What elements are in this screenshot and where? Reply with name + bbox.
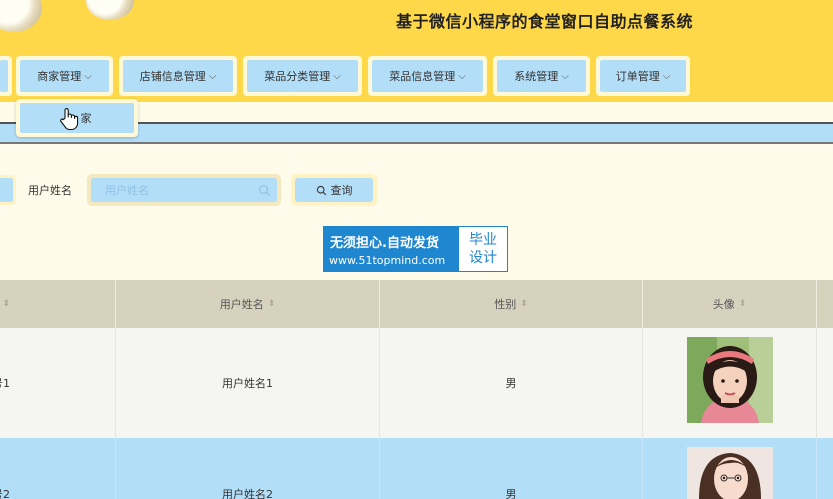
table-row-selected[interactable]: 号2 用户姓名2 男 [0, 438, 833, 499]
nav-label: 店铺信息管理 [139, 70, 206, 83]
search-label: 用户姓名 [28, 184, 72, 197]
search-icon [259, 185, 271, 197]
nav-label: 菜品分类管理 [264, 70, 331, 83]
table-header: ⬍ 用户姓名 ⬍ 性别 ⬍ 头像 ⬍ [0, 280, 833, 328]
watermark-tag-2: 设计 [469, 250, 497, 266]
sort-icon[interactable]: ⬍ [739, 299, 747, 309]
nav-item-merchant[interactable]: 商家管理 ⌵ [16, 56, 113, 96]
cell-gender: 男 [380, 438, 643, 499]
chevron-down-icon: ⌵ [561, 70, 569, 82]
table-row[interactable]: 号1 用户姓名1 男 [0, 328, 833, 438]
query-button[interactable]: 查询 [291, 174, 377, 206]
column-header-avatar[interactable]: 头像 ⬍ [643, 280, 817, 328]
nav-item-dish-category[interactable]: 菜品分类管理 ⌵ [243, 56, 362, 96]
nav-item-system[interactable]: 系统管理 ⌵ [493, 56, 590, 96]
chevron-down-icon: ⌵ [333, 70, 341, 82]
sort-icon[interactable]: ⬍ [2, 299, 10, 309]
sort-icon[interactable]: ⬍ [268, 299, 276, 309]
cell-gender: 男 [380, 328, 643, 438]
column-header-username[interactable]: 用户姓名 ⬍ [116, 280, 380, 328]
username-search-input[interactable] [91, 178, 277, 202]
avatar-image[interactable] [687, 337, 773, 423]
search-button-partial[interactable] [0, 175, 16, 205]
sort-icon[interactable]: ⬍ [520, 299, 528, 309]
cell-account: 号1 [0, 328, 116, 438]
search-icon [316, 185, 326, 195]
nav-item-orders[interactable]: 订单管理 ⌵ [596, 56, 690, 96]
system-title: 基于微信小程序的食堂窗口自助点餐系统 [396, 12, 694, 31]
watermark-banner: 无须担心.自动发货 www.51topmind.com 毕业 设计 [323, 226, 508, 272]
nav-item-partial[interactable] [0, 56, 12, 96]
cell-username: 用户姓名2 [116, 438, 380, 499]
watermark-tag-1: 毕业 [469, 232, 497, 248]
chevron-down-icon: ⌵ [84, 70, 92, 82]
avatar-image[interactable] [687, 447, 773, 499]
user-table: ⬍ 用户姓名⬍ 性别⬍ 头像⬍ 号1 用户姓名1 男 [0, 280, 833, 499]
column-header-gender[interactable]: 性别 ⬍ [380, 280, 643, 328]
search-field-wrapper [87, 174, 281, 206]
chevron-down-icon: ⌵ [458, 70, 466, 82]
column-header-account[interactable]: ⬍ [0, 280, 116, 328]
watermark-slogan: 无须担心.自动发货 [330, 236, 439, 251]
query-button-label: 查询 [330, 184, 353, 197]
nav-label: 商家管理 [37, 70, 82, 83]
cell-account: 号2 [0, 438, 116, 499]
dropdown-item-label: 家 [80, 112, 92, 125]
decoration-plate-icon [0, 0, 42, 32]
header-bar: 基于微信小程序的食堂窗口自助点餐系统 [0, 0, 833, 50]
chevron-down-icon: ⌵ [208, 70, 217, 82]
watermark-url: www.51topmind.com [329, 254, 446, 267]
chevron-down-icon: ⌵ [662, 70, 671, 82]
cell-avatar [643, 328, 817, 438]
column-header-partial [817, 280, 833, 328]
cell-avatar [643, 438, 817, 499]
hand-cursor-icon [60, 108, 79, 131]
nav-label: 菜品信息管理 [389, 70, 456, 83]
nav-item-dish-info[interactable]: 菜品信息管理 ⌵ [368, 56, 487, 96]
cell-username: 用户姓名1 [116, 328, 380, 438]
top-navigation: 商家管理 ⌵ 店铺信息管理 ⌵ 菜品分类管理 ⌵ 菜品信息管理 ⌵ 系统管理 ⌵ 订单管理… [0, 50, 833, 102]
nav-item-store-info[interactable]: 店铺信息管理 ⌵ [119, 56, 237, 96]
nav-label: 订单管理 [615, 70, 660, 83]
decoration-plate-icon [86, 0, 134, 20]
nav-label: 系统管理 [514, 70, 559, 83]
